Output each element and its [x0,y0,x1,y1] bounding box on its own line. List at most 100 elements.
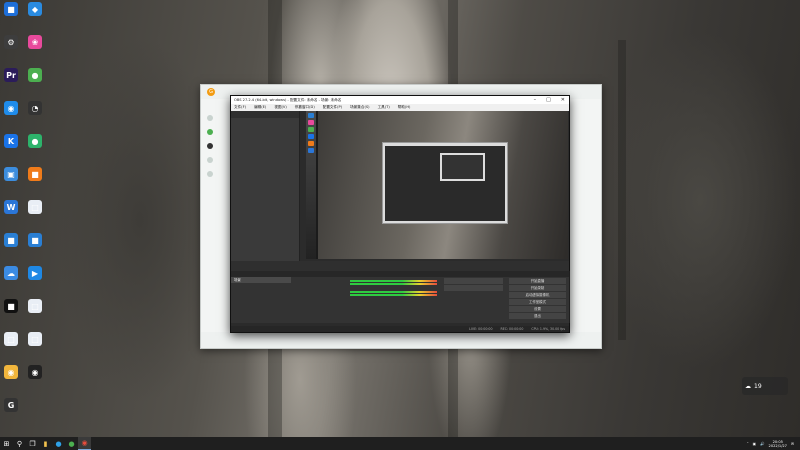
transitions-heading [441,271,506,277]
nested-window-inner-2 [442,155,483,179]
app-icon: ◉ [4,365,18,379]
start-streaming-button[interactable]: 开始直播 [509,278,566,284]
desktop-icon-d[interactable]: ❀ [26,35,44,59]
desktop-icon-e[interactable]: Pr [2,68,20,92]
nested-window-capture [382,142,508,224]
scenes-panel: 场景 [231,271,292,323]
app-icon: ■ [4,233,18,247]
desktop-icon-y[interactable]: G [2,398,20,422]
volume-icon[interactable]: 🔊 [760,442,764,446]
app-icon: ◔ [28,101,42,115]
preview-desktop-strip [306,111,316,259]
desktop-icon-h[interactable]: ◔ [26,101,44,125]
mixer-channel [346,277,441,288]
desktop-icon-x[interactable]: ◉ [26,365,44,389]
browser-icon[interactable]: ● [52,437,65,450]
menu-item[interactable]: 停靠窗口(D) [295,105,315,110]
strip-icon [308,148,314,153]
desktop-icon-k[interactable]: ▣ [2,167,20,191]
minimize-icon[interactable]: – [534,97,537,103]
desktop-icon-g[interactable]: ◉ [2,101,20,125]
menu-item[interactable]: 工具(T) [378,105,390,110]
app-sidebar-item[interactable] [207,129,231,135]
studio-mode-button[interactable]: 工作室模式 [509,299,566,305]
app-icon[interactable]: ● [65,437,78,450]
desktop-icon-a[interactable]: ■ [2,2,20,26]
strip-icon [308,141,314,146]
desktop-icon-i[interactable]: K [2,134,20,158]
scene-item[interactable]: 场景 [231,277,291,283]
left-panel-heading [231,111,299,118]
app-icon: W [4,200,18,214]
desktop-icon-n[interactable]: □ [26,200,44,224]
desktop-icon-s[interactable]: ■ [2,299,20,323]
app-icon: ☁ [4,266,18,280]
transition-duration[interactable] [444,285,503,291]
app-sidebar-item[interactable] [207,157,231,163]
controls-panel: 开始直播 开始录制 启动虚拟摄像机 工作室模式 设置 退出 [506,271,570,323]
virtual-camera-button[interactable]: 启动虚拟摄像机 [509,292,566,298]
weather-widget[interactable]: ☁ 19 [742,377,788,395]
taskbar: ⊞ ⚲ ❐ ▮ ● ● ◉ ˄ ▣ 🔊 20:05 2022/1/27 ✉ [0,437,800,450]
app-sidebar-item[interactable] [207,171,231,177]
notification-icon[interactable]: ✉ [791,442,794,446]
folder-icon[interactable]: ▮ [39,437,52,450]
task-view-icon[interactable]: ❐ [26,437,39,450]
clock[interactable]: 20:05 2022/1/27 [769,440,787,448]
menu-item[interactable]: 配置文件(P) [323,105,342,110]
desktop-icon-v[interactable]: □ [26,332,44,356]
app-icon: ◉ [4,101,18,115]
desktop-icon-r[interactable]: ▶ [26,266,44,290]
app-sidebar-item[interactable] [207,143,231,149]
status-live: LIVE: 00:00:00 [469,327,493,331]
app-sidebar-item[interactable] [207,115,231,121]
transition-select[interactable] [444,278,503,284]
sidebar-icon [207,143,213,149]
menu-item[interactable]: 帮助(H) [398,105,411,110]
start-recording-button[interactable]: 开始录制 [509,285,566,291]
maximize-icon[interactable]: □ [546,97,551,103]
windows-icon[interactable]: ⊞ [0,437,13,450]
obs-dock: 场景 开始直播 开始录制 启动虚拟摄像机 工作室模式 设置 退出 [231,271,570,323]
desktop-icon-t[interactable]: □ [26,299,44,323]
desktop-icon-b[interactable]: ◆ [26,2,44,26]
app-icon: ▶ [28,266,42,280]
app-icon: ■ [28,233,42,247]
desktop-icon-o[interactable]: ■ [2,233,20,257]
desktop-icon-l[interactable]: ■ [26,167,44,191]
obs-taskbar-icon[interactable]: ◉ [78,437,91,450]
obs-titlebar: OBS 27.2.4 (64-bit, windows) - 配置文件: 未命名… [231,96,569,104]
exit-button[interactable]: 退出 [509,313,566,319]
app-icon: ❀ [28,35,42,49]
menu-item[interactable]: 文件(F) [234,105,246,110]
transitions-panel [441,271,507,323]
app-icon: □ [28,200,42,214]
app-icon: ⚙ [4,35,18,49]
desktop-icon-u[interactable]: □ [2,332,20,356]
app-icon: □ [4,332,18,346]
desktop-icon-q[interactable]: ☁ [2,266,20,290]
obs-preview[interactable] [306,111,568,259]
obs-left-panel [231,111,300,261]
settings-button[interactable]: 设置 [509,306,566,312]
strip-icon [308,120,314,125]
desktop-icon-w[interactable]: ◉ [2,365,20,389]
menu-item[interactable]: 场景集合(S) [350,105,369,110]
network-icon[interactable]: ▣ [753,442,756,446]
menu-item[interactable]: 视图(V) [274,105,286,110]
controls-heading [506,271,569,277]
close-icon[interactable]: ✕ [561,97,565,103]
search-icon[interactable]: ⚲ [13,437,26,450]
desktop-icon-f[interactable]: ● [26,68,44,92]
menu-item[interactable]: 编辑(E) [254,105,266,110]
desktop-icon-j[interactable]: ● [26,134,44,158]
desktop-icon-c[interactable]: ⚙ [2,35,20,59]
desktop-icon-p[interactable]: ■ [26,233,44,257]
app-icon: ■ [28,167,42,181]
sidebar-icon [207,171,213,177]
desktop-icon-m[interactable]: W [2,200,20,224]
nested-window-inner [385,146,505,221]
chevron-up-icon[interactable]: ˄ [747,442,749,446]
obs-window[interactable]: OBS 27.2.4 (64-bit, windows) - 配置文件: 未命名… [230,95,570,333]
status-rec: REC: 00:00:00 [500,327,524,331]
